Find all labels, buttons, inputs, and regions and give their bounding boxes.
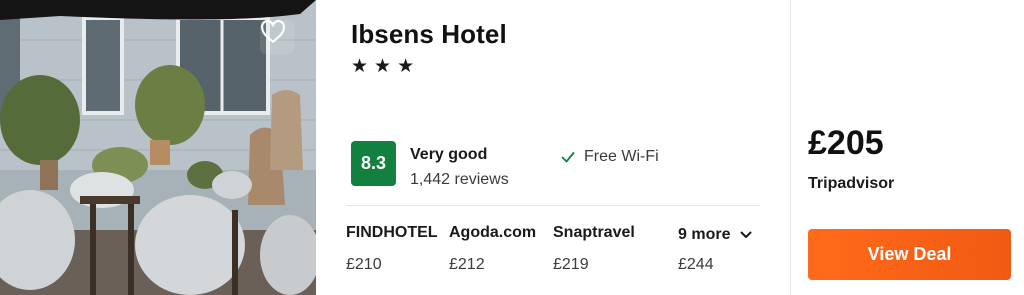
heart-icon [261, 20, 285, 43]
favorite-button[interactable] [260, 20, 294, 54]
more-offers-dropdown[interactable]: 9 more £244 [678, 226, 752, 274]
provider-offer-snaptravel[interactable]: Snaptravel £219 [553, 224, 635, 274]
provider-offer-agoda[interactable]: Agoda.com £212 [449, 224, 536, 274]
rating-label: Very good [410, 146, 488, 163]
rating-score-badge: 8.3 [351, 141, 396, 186]
provider-price: £210 [346, 256, 382, 273]
view-deal-button[interactable]: View Deal [808, 229, 1011, 280]
provider-price: £219 [553, 256, 589, 273]
column-divider [790, 0, 791, 295]
chevron-down-icon [740, 231, 752, 238]
star-rating: ★★★ [351, 56, 421, 77]
best-price-provider: Tripadvisor [808, 175, 895, 192]
best-price: £205 [808, 124, 884, 162]
hotel-result-card: Ibsens Hotel ★★★ 8.3 Very good 1,442 rev… [0, 0, 1024, 295]
more-offers-label: 9 more [678, 226, 731, 243]
divider [346, 205, 760, 206]
check-icon [561, 152, 575, 163]
provider-name: Snaptravel [553, 224, 635, 241]
provider-price: £212 [449, 256, 485, 273]
provider-offer-findhotel[interactable]: FINDHOTEL £210 [346, 224, 438, 274]
amenity-wifi: Free Wi-Fi [560, 148, 659, 166]
hotel-name[interactable]: Ibsens Hotel [351, 19, 507, 50]
provider-name: Agoda.com [449, 224, 537, 241]
provider-name: FINDHOTEL [346, 224, 438, 241]
review-count[interactable]: 1,442 reviews [410, 171, 509, 189]
hotel-photo[interactable] [0, 0, 316, 295]
more-offers-price: £244 [678, 256, 714, 273]
amenity-label: Free Wi-Fi [584, 148, 659, 165]
